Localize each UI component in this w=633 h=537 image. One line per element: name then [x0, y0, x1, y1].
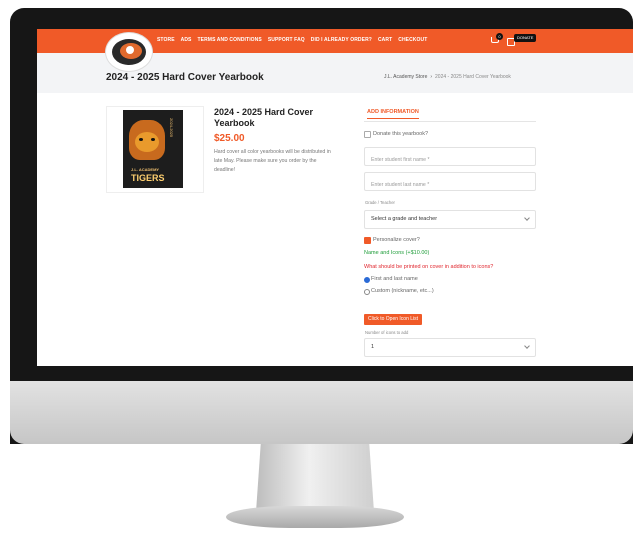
- nav-link-support-faq[interactable]: SUPPORT FAQ: [268, 37, 305, 43]
- grade-teacher-value: Select a grade and teacher: [371, 216, 438, 222]
- page-title: 2024 - 2025 Hard Cover Yearbook: [106, 72, 264, 83]
- last-name-field[interactable]: [364, 172, 541, 194]
- first-name-field[interactable]: [364, 147, 541, 169]
- grade-teacher-select[interactable]: Select a grade and teacher: [364, 210, 536, 229]
- grade-teacher-label: Grade / Teacher: [365, 200, 395, 205]
- radio-first-last-name[interactable]: [364, 277, 370, 283]
- icons-count-value: 1: [371, 344, 375, 350]
- radio-first-last-label: First and last name: [371, 276, 418, 282]
- donate-checkbox-label: Donate this yearbook?: [373, 131, 429, 137]
- product-price: $25.00: [214, 133, 245, 144]
- open-icon-list-button[interactable]: Click to Open Icon List: [364, 314, 423, 325]
- monitor-chin: [10, 381, 633, 444]
- cover-school-text: J.L. ACADEMY: [131, 167, 160, 172]
- breadcrumb-current: 2024 - 2025 Hard Cover Yearbook: [435, 74, 511, 80]
- nav-link-cart[interactable]: CART: [378, 37, 392, 43]
- breadcrumb: J.L. Academy Store › 2024 - 2025 Hard Cove…: [384, 74, 511, 80]
- breadcrumb-separator: ›: [430, 74, 433, 80]
- radio-custom-label: Custom (nickname, etc...): [371, 288, 434, 294]
- nav-link-checkout[interactable]: CHECKOUT: [398, 37, 427, 43]
- personalize-checkbox[interactable]: [364, 237, 371, 244]
- tab-add-information[interactable]: ADD INFORMATION: [367, 109, 419, 119]
- nav-link-did-i-order[interactable]: DID I ALREADY ORDER?: [311, 37, 372, 43]
- monitor-stand-base: [226, 506, 404, 528]
- monitor-screen: STORE ADS TERMS AND CONDITIONS SUPPORT F…: [37, 29, 633, 366]
- donate-checkbox[interactable]: [364, 131, 371, 138]
- school-logo[interactable]: [105, 32, 153, 72]
- chevron-down-icon: [524, 215, 530, 221]
- tab-divider: [364, 121, 536, 122]
- personalize-checkbox-label: Personalize cover?: [373, 237, 420, 243]
- donate-button[interactable]: DONATE: [514, 34, 537, 42]
- product-description: Hard cover all color yearbooks will be d…: [214, 149, 331, 173]
- first-name-input[interactable]: [365, 151, 541, 169]
- nav-link-store[interactable]: STORE: [157, 37, 175, 43]
- product-title: 2024 - 2025 Hard Cover Yearbook: [214, 107, 314, 128]
- nav-link-terms[interactable]: TERMS AND CONDITIONS: [198, 37, 262, 43]
- cover-team-text: TIGERS: [131, 173, 165, 183]
- monitor-stand: [256, 444, 374, 512]
- cover-year-text: 2024-2025: [169, 118, 174, 138]
- chevron-down-icon: [524, 343, 530, 349]
- nav-links: STORE ADS TERMS AND CONDITIONS SUPPORT F…: [157, 37, 427, 43]
- cover-print-question: What should be printed on cover in addit…: [364, 264, 494, 270]
- breadcrumb-home-link[interactable]: J.L. Academy Store: [384, 74, 427, 80]
- icons-count-label: Number of icons to add: [365, 330, 409, 335]
- name-icons-option: Name and Icons (+$10.00): [364, 250, 430, 256]
- nav-link-ads[interactable]: ADS: [181, 37, 192, 43]
- radio-custom[interactable]: [364, 289, 370, 295]
- cart-count-badge: 0: [496, 33, 503, 40]
- last-name-input[interactable]: [365, 176, 541, 194]
- icons-count-select[interactable]: 1: [364, 338, 536, 357]
- product-image[interactable]: 2024-2025 J.L. ACADEMY TIGERS: [123, 110, 183, 188]
